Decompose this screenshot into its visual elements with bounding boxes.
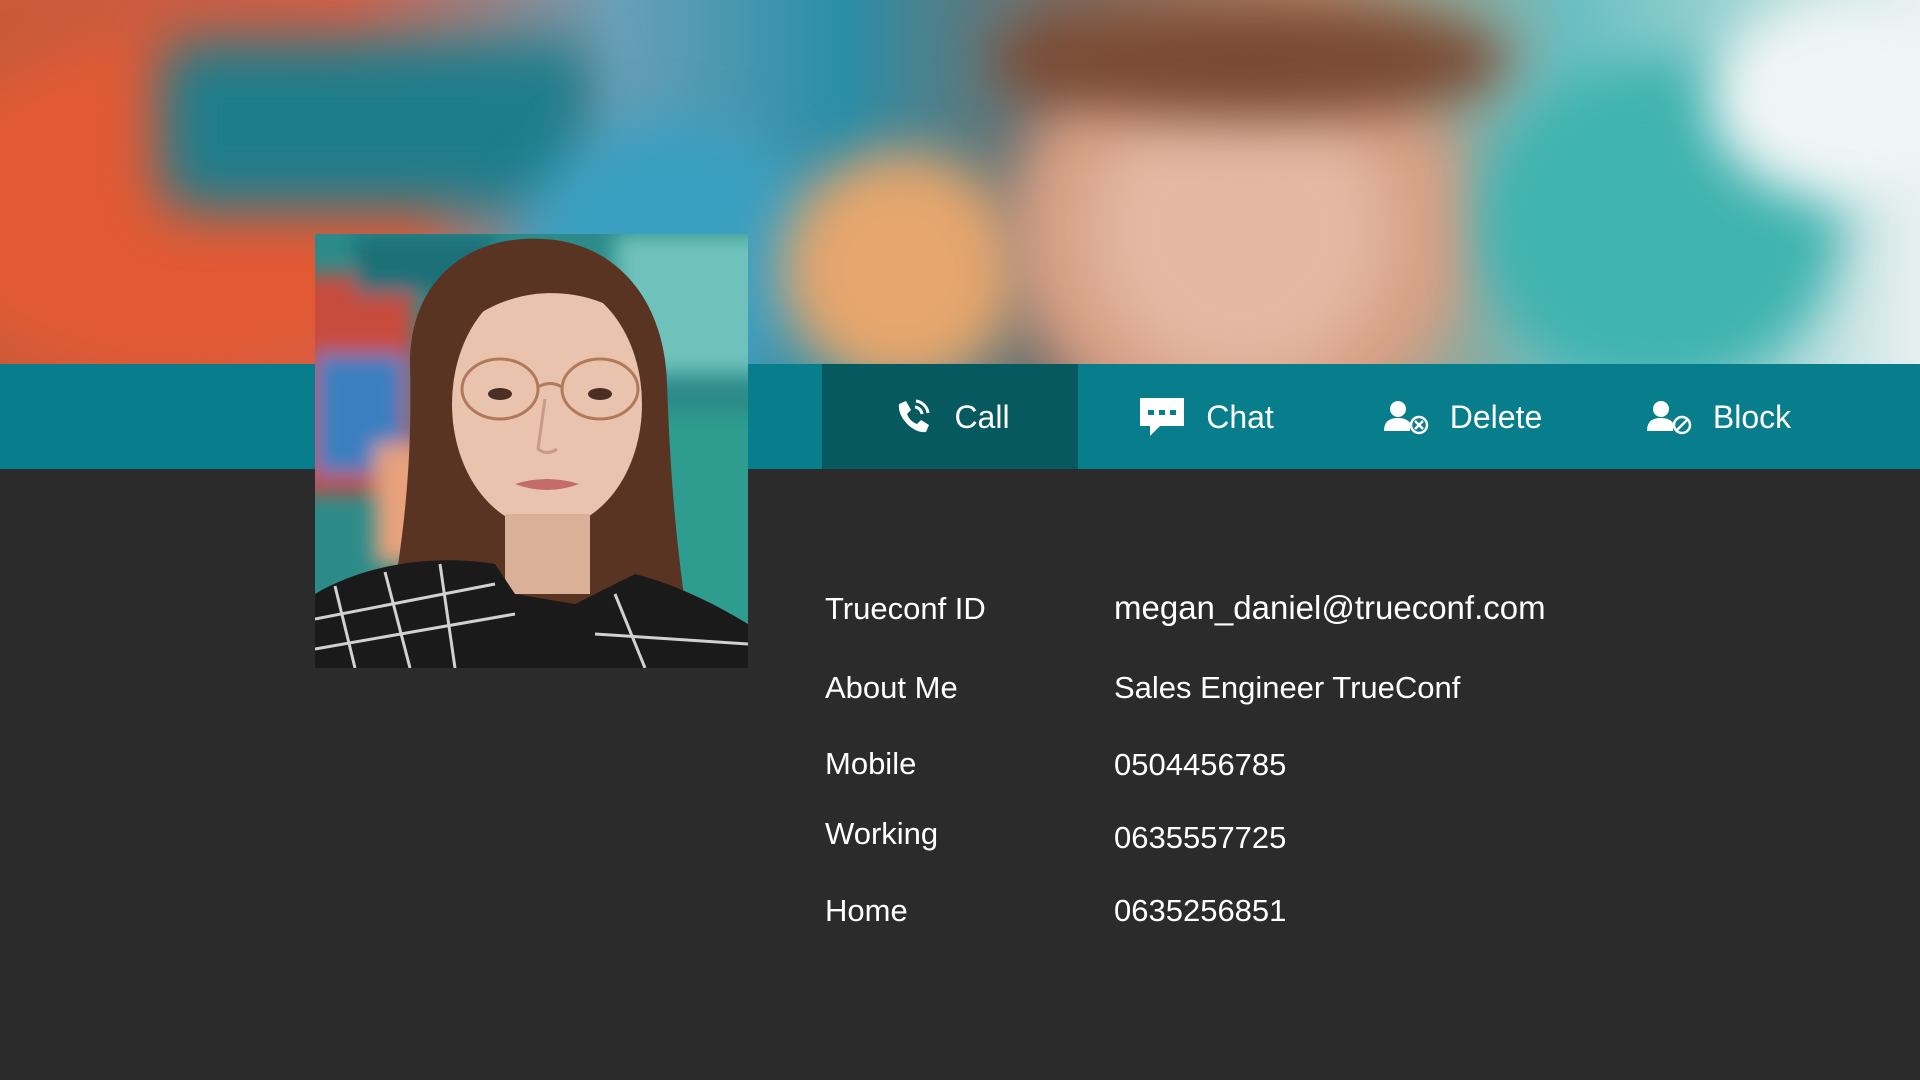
- block-contact-icon: [1645, 399, 1693, 435]
- delete-label: Delete: [1449, 398, 1543, 435]
- chat-label: Chat: [1206, 398, 1274, 435]
- working-value: 0635557725: [1114, 820, 1287, 855]
- about-me-value: Sales Engineer TrueConf: [1114, 670, 1461, 705]
- mobile-label: Mobile: [825, 746, 917, 781]
- chat-bubble-icon: [1138, 396, 1186, 438]
- chat-button[interactable]: Chat: [1078, 364, 1334, 469]
- trueconf-id-value: megan_daniel@trueconf.com: [1114, 589, 1546, 626]
- profile-cover-image: [0, 0, 1920, 364]
- contact-avatar: [315, 234, 748, 668]
- mobile-value: 0504456785: [1114, 747, 1287, 782]
- about-me-label: About Me: [825, 670, 958, 705]
- working-label: Working: [825, 816, 939, 851]
- call-label: Call: [954, 398, 1010, 435]
- delete-button[interactable]: Delete: [1334, 364, 1590, 469]
- delete-contact-icon: [1382, 399, 1430, 435]
- block-label: Block: [1712, 398, 1792, 435]
- call-button[interactable]: Call: [822, 364, 1078, 469]
- home-value: 0635256851: [1114, 893, 1287, 928]
- home-label: Home: [825, 893, 908, 928]
- contact-profile-screen: Call Chat Delete Block Trueconf ID megan…: [0, 0, 1920, 1080]
- phone-handset-icon: [890, 395, 934, 439]
- trueconf-id-label: Trueconf ID: [825, 591, 986, 626]
- block-button[interactable]: Block: [1590, 364, 1846, 469]
